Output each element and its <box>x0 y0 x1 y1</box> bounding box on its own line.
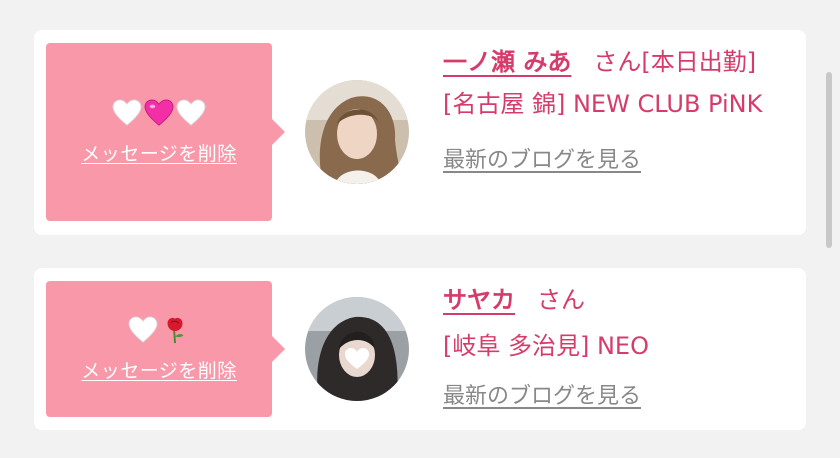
white-heart-icon <box>176 98 206 126</box>
work-status: [本日出勤] <box>641 48 757 76</box>
latest-blog-link[interactable]: 最新のブログを見る <box>443 378 641 410</box>
stamp-row <box>128 315 190 344</box>
message-card: メッセージを削除 サヤカ さん [岐阜 多治見] NEO 最新のブログを見る <box>34 268 806 430</box>
girl-name-link[interactable]: 一ノ瀬 みあ <box>443 48 571 76</box>
latest-blog-link[interactable]: 最新のブログを見る <box>443 142 641 174</box>
honorific: さん <box>537 286 585 314</box>
white-heart-icon <box>112 98 142 126</box>
shop-name: [名古屋 錦] NEW CLUB PiNK <box>443 90 763 118</box>
pink-heart-icon <box>144 98 174 126</box>
delete-message-link[interactable]: メッセージを削除 <box>81 139 237 166</box>
scrollbar[interactable] <box>826 72 832 248</box>
name-line: サヤカ さん <box>443 282 796 318</box>
white-heart-icon <box>128 315 158 343</box>
shop-name: [岐阜 多治見] NEO <box>443 332 649 360</box>
honorific: さん <box>593 48 642 76</box>
rose-icon <box>167 317 184 343</box>
girl-info: 一ノ瀬 みあ さん[本日出勤] [名古屋 錦] NEW CLUB PiNK 最新の… <box>443 44 796 174</box>
avatar[interactable] <box>305 80 409 184</box>
avatar[interactable] <box>305 297 409 401</box>
message-card: メッセージを削除 一ノ瀬 みあ さん[本日出勤] [名古屋 錦] NEW CLUB… <box>34 30 806 235</box>
stamp-row <box>112 98 206 127</box>
delete-message-link[interactable]: メッセージを削除 <box>81 356 237 383</box>
message-stamp-box: メッセージを削除 <box>46 43 285 221</box>
girl-info: サヤカ さん [岐阜 多治見] NEO 最新のブログを見る <box>443 282 796 410</box>
girl-name-link[interactable]: サヤカ <box>443 286 515 314</box>
message-stamp-box: メッセージを削除 <box>46 281 285 417</box>
name-line: 一ノ瀬 みあ さん[本日出勤] <box>443 44 796 80</box>
